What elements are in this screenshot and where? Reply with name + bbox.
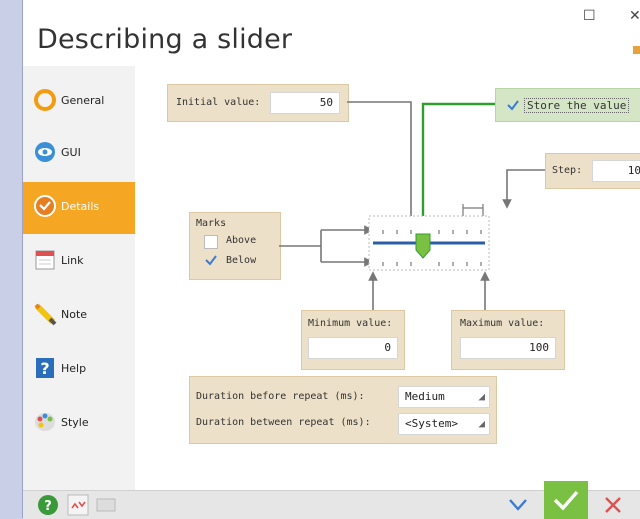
eye-icon <box>35 142 55 162</box>
app-corner-icon <box>633 46 640 54</box>
sidebar: General GUI Details Link Note ? Help Sty… <box>23 66 135 490</box>
dialog-title: Describing a slider <box>37 24 293 55</box>
store-value-checkbox[interactable] <box>506 98 520 112</box>
pencil-icon <box>34 303 57 326</box>
sidebar-item-label: GUI <box>61 146 81 159</box>
bottom-toolbar: ? <box>23 481 640 519</box>
svg-text:?: ? <box>44 499 52 514</box>
slider-diagram <box>279 101 545 310</box>
dialog-window: Describing a slider ☐ ✕ General GUI Deta… <box>22 0 640 519</box>
keyboard-icon[interactable] <box>95 494 117 516</box>
palette-icon <box>35 413 55 431</box>
store-value-label: Store the value <box>524 98 630 113</box>
sidebar-item-style[interactable]: Style <box>23 398 135 450</box>
step-dimension-ends <box>462 204 484 216</box>
sidebar-item-details[interactable]: Details <box>23 182 135 234</box>
store-value-connector <box>415 102 497 232</box>
sidebar-item-label: Style <box>61 416 89 429</box>
details-panel: Initial value: 50 Step: 10 Marks Above B… <box>135 66 640 490</box>
general-icon <box>34 89 56 111</box>
details-icon <box>34 195 56 217</box>
sidebar-item-label: General <box>61 94 105 107</box>
sidebar-item-label: Note <box>61 308 88 321</box>
title-bar: Describing a slider ☐ ✕ <box>23 0 640 66</box>
help-circle-icon[interactable]: ? <box>37 494 59 516</box>
ok-button[interactable] <box>544 481 588 519</box>
svg-text:?: ? <box>40 359 49 378</box>
sidebar-item-gui[interactable]: GUI <box>23 128 135 180</box>
chevron-down-icon[interactable] <box>507 497 529 513</box>
sidebar-item-general[interactable]: General <box>23 76 135 128</box>
cancel-x-icon[interactable] <box>603 496 623 514</box>
help-icon: ? <box>36 358 54 378</box>
initial-value-connector <box>347 101 416 226</box>
check-icon <box>553 490 579 511</box>
calendar-icon <box>35 250 55 270</box>
sidebar-item-help[interactable]: ? Help <box>23 344 135 396</box>
close-button[interactable]: ✕ <box>629 8 640 24</box>
sidebar-item-label: Details <box>61 200 100 213</box>
maximize-button[interactable]: ☐ <box>583 8 596 24</box>
sidebar-item-link[interactable]: Link <box>23 236 135 288</box>
step-connector <box>502 169 545 209</box>
sidebar-item-note[interactable]: Note <box>23 290 135 342</box>
store-value-group: Store the value <box>495 88 640 122</box>
sidebar-item-label: Help <box>61 362 87 375</box>
sidebar-item-label: Link <box>61 254 84 267</box>
code-icon[interactable] <box>67 494 89 516</box>
